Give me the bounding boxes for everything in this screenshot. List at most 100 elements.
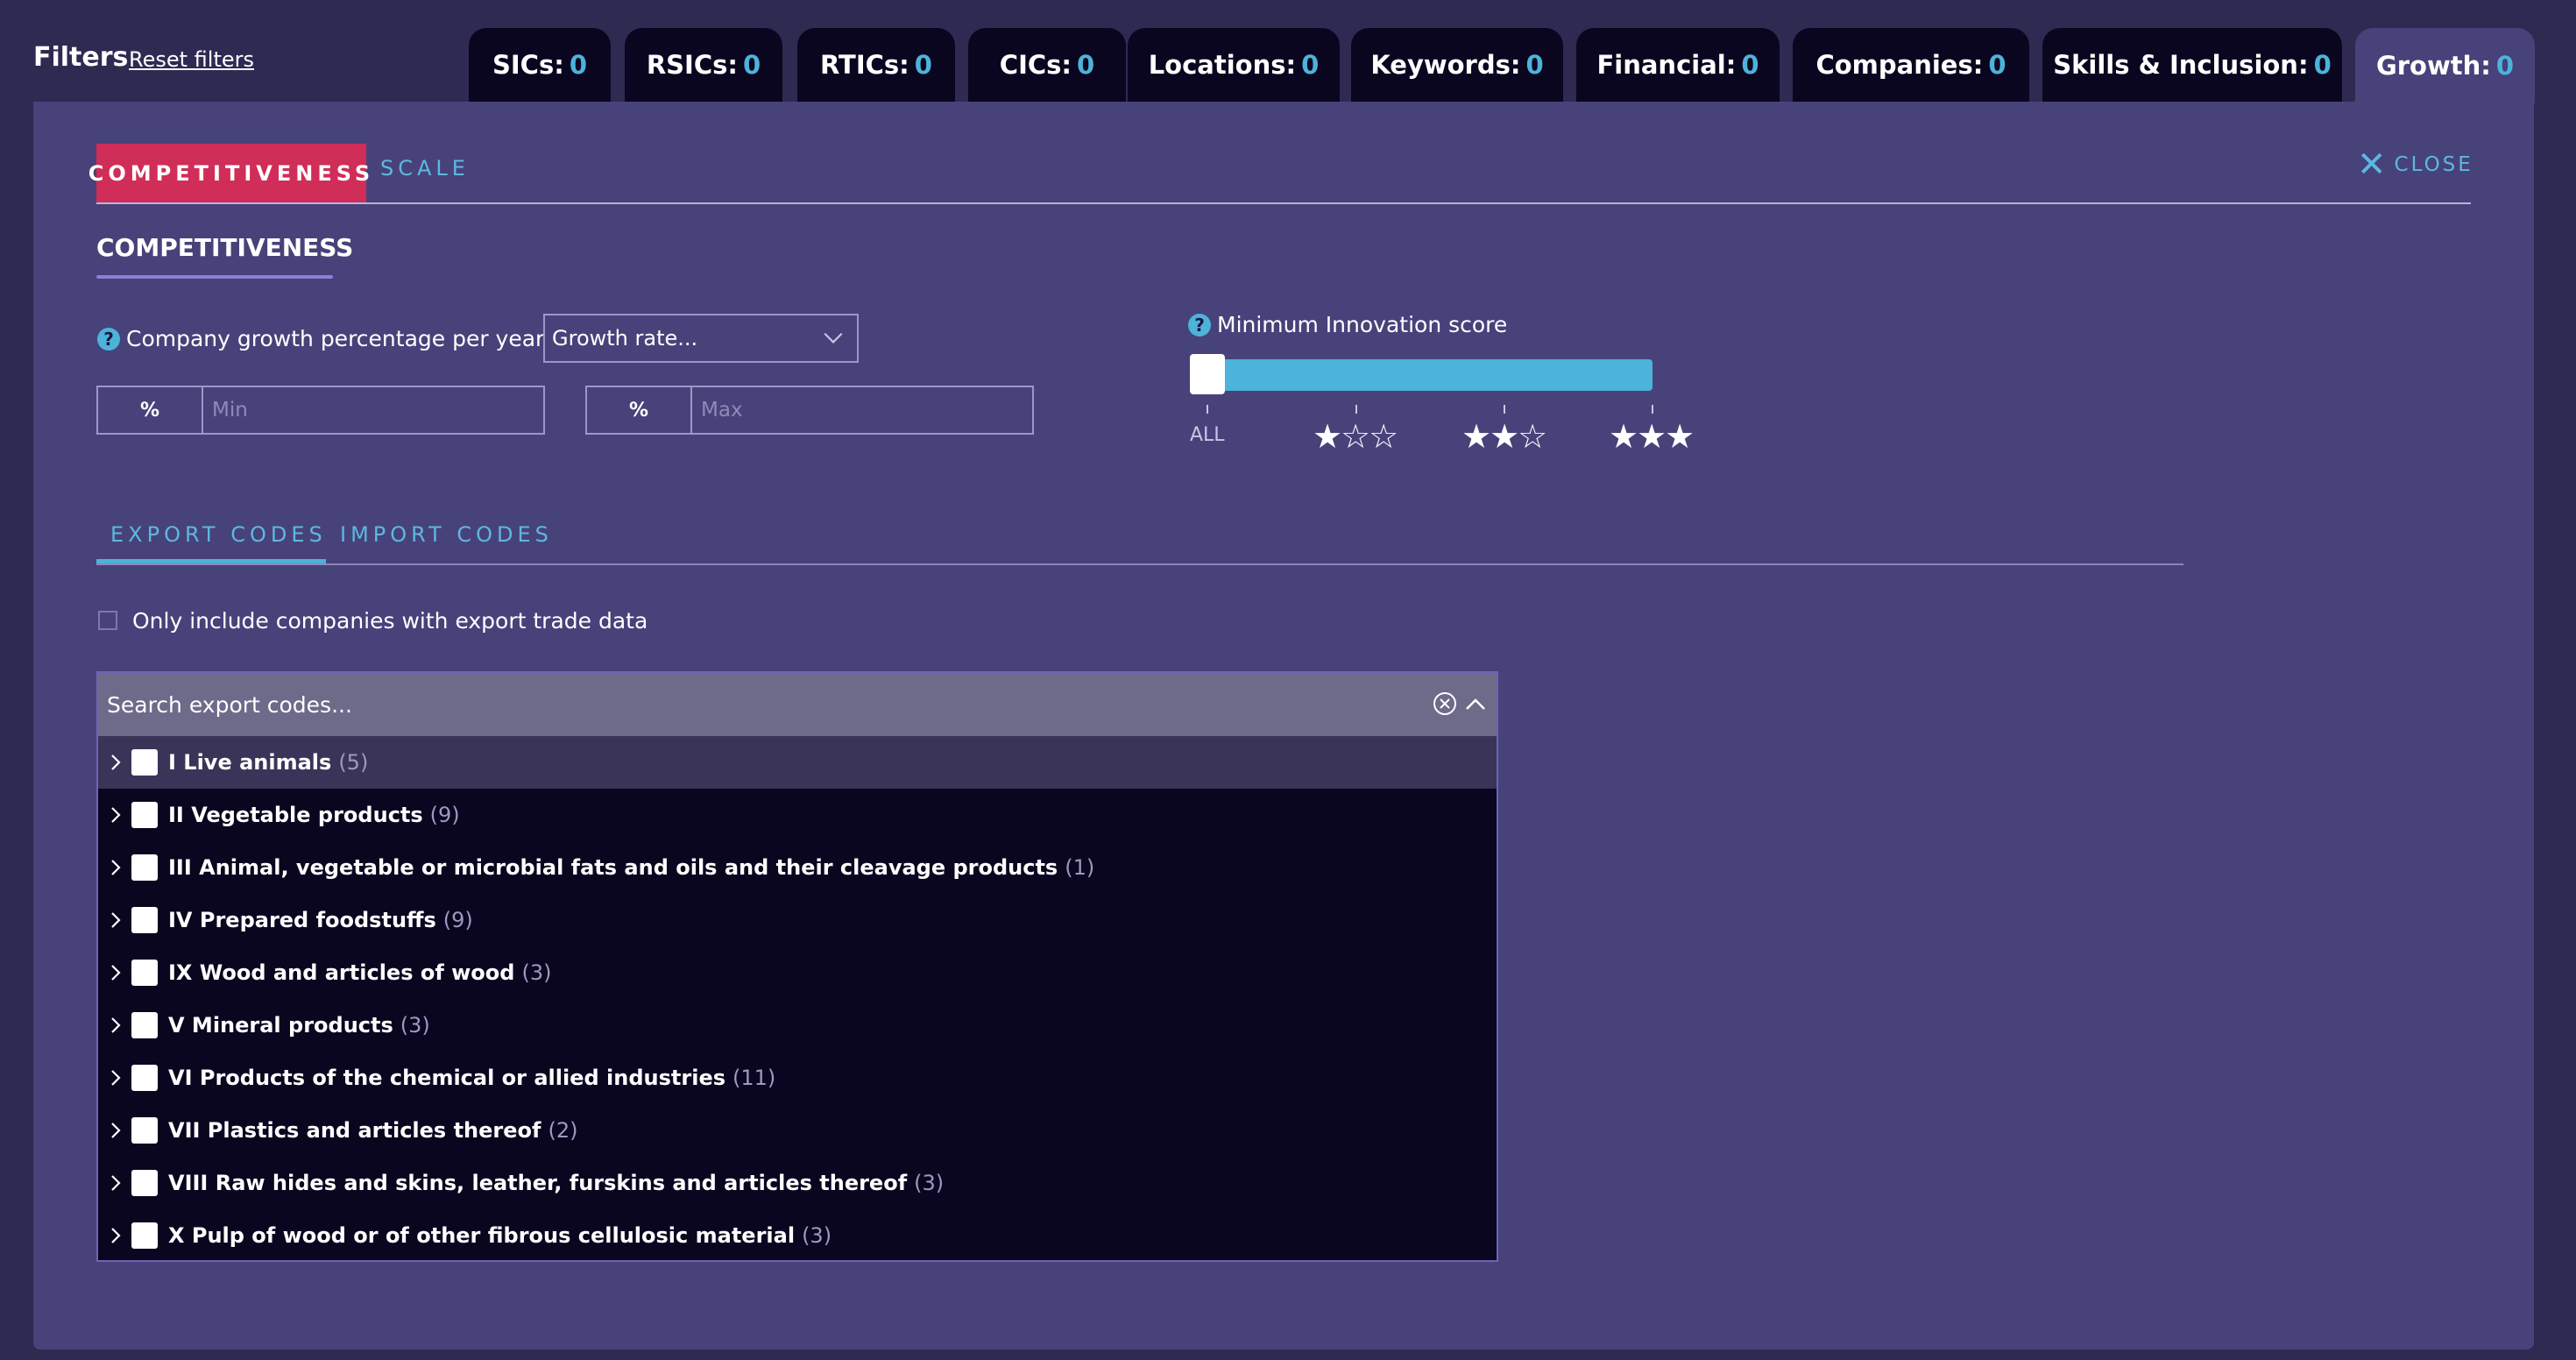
tab-skills-inclusion[interactable]: Skills & Inclusion: 0	[2042, 28, 2342, 102]
tab-companies[interactable]: Companies: 0	[1793, 28, 2029, 102]
row-count: (3)	[802, 1223, 832, 1248]
export-data-checkbox-label: Only include companies with export trade…	[132, 608, 648, 634]
tree-row[interactable]: VII Plastics and articles thereof (2)	[98, 1104, 1497, 1157]
row-checkbox[interactable]	[131, 907, 158, 933]
row-checkbox[interactable]	[131, 749, 158, 776]
tab-label: SICs:	[492, 50, 564, 80]
tree-row[interactable]: III Animal, vegetable or microbial fats …	[98, 841, 1497, 894]
filters-title: Filters	[33, 42, 129, 73]
tab-cics[interactable]: CICs: 0	[968, 28, 1126, 102]
subtab-scale[interactable]: SCALE	[380, 156, 470, 181]
growth-rate-value: Growth rate...	[552, 326, 698, 351]
tab-rtics[interactable]: RTICs: 0	[797, 28, 955, 102]
chevron-right-icon[interactable]	[103, 1066, 128, 1090]
row-checkbox[interactable]	[131, 854, 158, 881]
tab-growth[interactable]: Growth: 0	[2355, 28, 2535, 103]
close-button[interactable]: ✕ CLOSE	[2357, 147, 2473, 182]
tab-count: 0	[742, 50, 761, 80]
chevron-right-icon[interactable]	[103, 855, 128, 880]
tab-keywords[interactable]: Keywords: 0	[1351, 28, 1563, 102]
tree-row[interactable]: VI Products of the chemical or allied in…	[98, 1052, 1497, 1104]
slider-tick	[1504, 405, 1505, 414]
one-star-icon: ★☆☆	[1313, 417, 1398, 456]
slider-tick	[1207, 405, 1208, 414]
chevron-down-icon	[824, 332, 843, 344]
percent-prefix: %	[587, 387, 692, 433]
tab-label: Skills & Inclusion:	[2053, 50, 2309, 80]
section-underline	[96, 275, 333, 279]
export-data-checkbox[interactable]	[98, 611, 117, 630]
chevron-right-icon[interactable]	[103, 1171, 128, 1195]
row-label: III Animal, vegetable or microbial fats …	[168, 855, 1058, 880]
row-count: (3)	[521, 960, 552, 985]
row-checkbox[interactable]	[131, 1117, 158, 1144]
tab-sics[interactable]: SICs: 0	[469, 28, 611, 102]
tab-count: 0	[1077, 50, 1095, 80]
subtab-divider	[96, 202, 2471, 204]
chevron-right-icon[interactable]	[103, 1118, 128, 1143]
tree-rows: I Live animals (5) II Vegetable products…	[98, 736, 1497, 1260]
clear-icon[interactable]	[1432, 691, 1458, 717]
tab-label: RSICs:	[646, 50, 738, 80]
chevron-right-icon[interactable]	[103, 1223, 128, 1248]
growth-rate-select[interactable]: Growth rate...	[543, 314, 859, 363]
row-label: I Live animals	[168, 750, 332, 775]
row-checkbox[interactable]	[131, 1222, 158, 1249]
subtab-competitiveness[interactable]: COMPETITIVENESS	[88, 144, 370, 203]
row-checkbox[interactable]	[131, 1012, 158, 1038]
row-count: (3)	[400, 1013, 430, 1038]
row-checkbox[interactable]	[131, 1170, 158, 1196]
chevron-right-icon[interactable]	[103, 1013, 128, 1038]
innovation-slider-handle[interactable]	[1190, 354, 1225, 394]
row-label: II Vegetable products	[168, 803, 423, 827]
codes-tab-divider	[96, 563, 2183, 565]
tree-row[interactable]: V Mineral products (3)	[98, 999, 1497, 1052]
chevron-right-icon[interactable]	[103, 908, 128, 932]
tree-row[interactable]: I Live animals (5)	[98, 736, 1497, 789]
tab-count: 0	[2313, 50, 2332, 80]
row-label: VIII Raw hides and skins, leather, fursk…	[168, 1171, 908, 1195]
row-label: IV Prepared foodstuffs	[168, 908, 436, 932]
chevron-right-icon[interactable]	[103, 803, 128, 827]
max-growth-input[interactable]	[692, 387, 1032, 433]
tab-locations[interactable]: Locations: 0	[1128, 28, 1340, 102]
row-count: (9)	[429, 803, 460, 827]
chevron-right-icon[interactable]	[103, 960, 128, 985]
chevron-up-icon[interactable]	[1463, 692, 1488, 717]
tree-row[interactable]: X Pulp of wood or of other fibrous cellu…	[98, 1209, 1497, 1260]
row-count: (1)	[1065, 855, 1095, 880]
row-checkbox[interactable]	[131, 1065, 158, 1091]
tree-row[interactable]: IV Prepared foodstuffs (9)	[98, 894, 1497, 946]
tree-row[interactable]: IX Wood and articles of wood (3)	[98, 946, 1497, 999]
tab-export-codes[interactable]: EXPORT CODES	[110, 522, 327, 547]
help-icon[interactable]: ?	[97, 328, 120, 351]
tab-import-codes[interactable]: IMPORT CODES	[340, 522, 553, 547]
tab-label: Locations:	[1148, 50, 1297, 80]
search-input[interactable]	[105, 691, 1335, 719]
tab-label: CICs:	[999, 50, 1072, 80]
innovation-all-label: ALL	[1190, 424, 1225, 446]
row-checkbox[interactable]	[131, 960, 158, 986]
tab-count: 0	[569, 50, 587, 80]
tab-financial[interactable]: Financial: 0	[1576, 28, 1780, 102]
innovation-label: Minimum Innovation score	[1217, 312, 1508, 337]
tree-row[interactable]: VIII Raw hides and skins, leather, fursk…	[98, 1157, 1497, 1209]
three-star-icon: ★★★	[1609, 417, 1695, 456]
row-count: (2)	[548, 1118, 578, 1143]
row-count: (5)	[338, 750, 369, 775]
row-checkbox[interactable]	[131, 802, 158, 828]
tree-search-bar	[98, 673, 1497, 736]
min-growth-input[interactable]	[203, 387, 543, 433]
tree-row[interactable]: II Vegetable products (9)	[98, 789, 1497, 841]
close-icon: ✕	[2357, 145, 2389, 185]
two-star-icon: ★★☆	[1461, 417, 1547, 456]
tab-count: 0	[2495, 51, 2515, 81]
tab-rsics[interactable]: RSICs: 0	[625, 28, 782, 102]
percent-prefix: %	[98, 387, 203, 433]
innovation-slider-track[interactable]	[1192, 359, 1652, 391]
reset-filters-link[interactable]: Reset filters	[129, 47, 254, 72]
row-label: VI Products of the chemical or allied in…	[168, 1066, 726, 1090]
help-icon[interactable]: ?	[1188, 314, 1211, 336]
row-label: V Mineral products	[168, 1013, 393, 1038]
chevron-right-icon[interactable]	[103, 750, 128, 775]
